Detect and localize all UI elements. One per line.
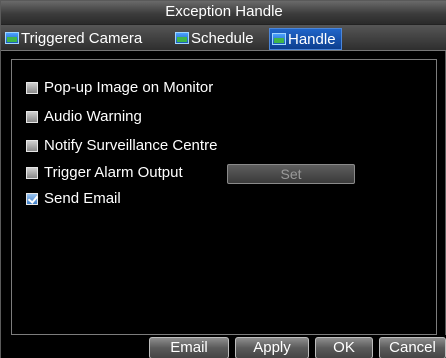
option-trigger-alarm-output[interactable]: Trigger Alarm Output: [26, 163, 183, 183]
option-audio-warning[interactable]: Audio Warning: [26, 107, 142, 127]
alarm-output-set-button[interactable]: Set: [227, 164, 355, 184]
schedule-tab-icon: [175, 32, 189, 44]
tab-handle[interactable]: Handle: [269, 28, 342, 50]
option-label: Audio Warning: [44, 108, 142, 125]
tab-triggered-camera[interactable]: Triggered Camera: [3, 28, 147, 50]
email-button[interactable]: Email: [149, 337, 229, 358]
apply-button[interactable]: Apply: [235, 337, 309, 358]
tab-label: Schedule: [191, 30, 254, 47]
handle-tab-icon: [272, 33, 286, 45]
option-popup-image[interactable]: Pop-up Image on Monitor: [26, 78, 213, 98]
camera-tab-icon: [5, 32, 19, 44]
bottom-button-bar: Email Apply OK Cancel: [1, 335, 446, 358]
option-label: Trigger Alarm Output: [44, 164, 183, 181]
checkbox-icon[interactable]: [26, 140, 38, 152]
option-notify-surveillance-centre[interactable]: Notify Surveillance Centre: [26, 136, 217, 156]
cancel-button[interactable]: Cancel: [379, 337, 446, 358]
checkbox-icon[interactable]: [26, 82, 38, 94]
tab-bar: Triggered Camera Schedule Handle: [1, 25, 446, 51]
option-send-email[interactable]: Send Email: [26, 189, 121, 209]
tab-schedule[interactable]: Schedule: [173, 28, 259, 50]
option-label: Pop-up Image on Monitor: [44, 79, 214, 96]
checkbox-icon[interactable]: [26, 111, 38, 123]
window-title: Exception Handle: [1, 1, 446, 25]
tab-label: Handle: [288, 31, 336, 48]
ok-button[interactable]: OK: [315, 337, 373, 358]
exception-handle-window: Exception Handle Triggered Camera Schedu…: [0, 0, 446, 358]
option-label: Notify Surveillance Centre: [44, 137, 218, 154]
checkbox-icon[interactable]: [26, 167, 38, 179]
checkbox-checked-icon[interactable]: [26, 193, 38, 205]
tab-label: Triggered Camera: [21, 30, 143, 47]
option-label: Send Email: [44, 190, 121, 207]
